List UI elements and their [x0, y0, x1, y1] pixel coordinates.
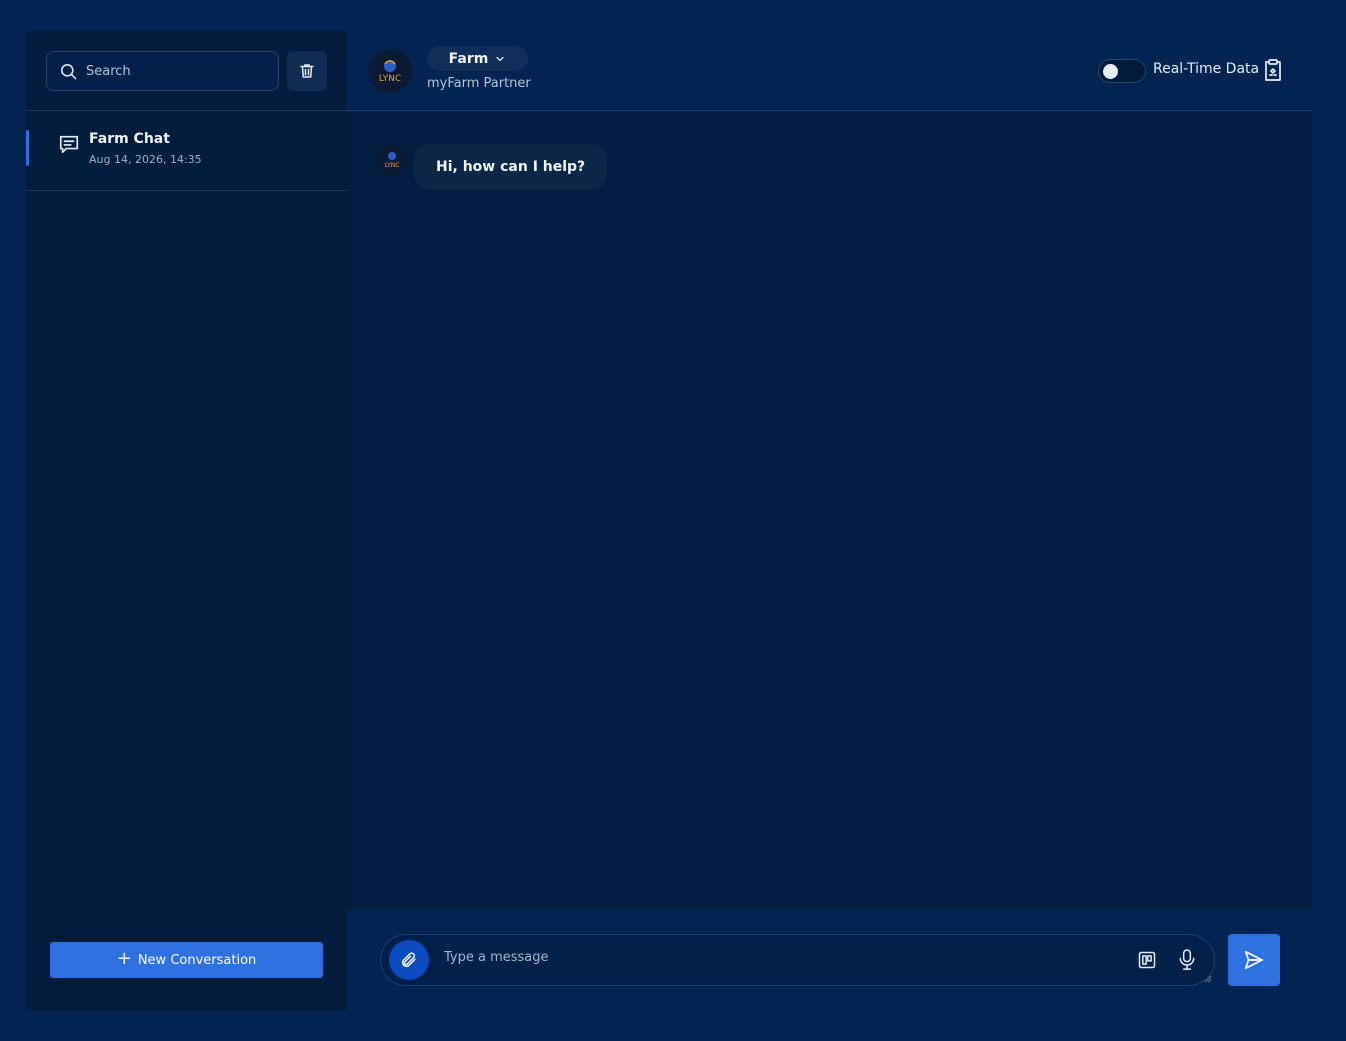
main-panel: LYNC Farm myFarm Partner Real-Time Data … — [347, 31, 1312, 1010]
search-box[interactable] — [46, 51, 279, 91]
plus-icon: + — [116, 948, 132, 969]
message-composer — [380, 934, 1215, 986]
assistant-avatar: LYNC — [377, 145, 407, 175]
search-input[interactable] — [86, 63, 266, 79]
trash-icon — [300, 64, 314, 78]
clipboard-icon[interactable] — [1261, 58, 1285, 82]
realtime-toggle[interactable] — [1098, 59, 1146, 83]
board-icon[interactable] — [1137, 950, 1157, 970]
assistant-message: Hi, how can I help? — [414, 144, 608, 190]
conversation-timestamp: Aug 14, 2026, 14:35 — [89, 153, 202, 166]
chat-header: LYNC Farm myFarm Partner Real-Time Data — [347, 31, 1312, 111]
active-indicator — [26, 130, 29, 166]
message-input[interactable] — [444, 950, 1104, 965]
sidebar: Farm Chat Aug 14, 2026, 14:35 + New Conv… — [26, 31, 347, 1010]
farm-selector-label: Farm — [448, 50, 489, 67]
chevron-down-icon — [496, 56, 504, 61]
send-button[interactable] — [1228, 934, 1280, 986]
lync-logo-icon: LYNC — [379, 60, 401, 84]
search-icon — [60, 63, 77, 79]
conversation-title: Farm Chat — [89, 131, 170, 147]
new-conversation-label: New Conversation — [137, 952, 257, 968]
paperclip-icon — [401, 952, 416, 968]
delete-conversations-button[interactable] — [287, 51, 327, 91]
resize-grip-icon[interactable] — [1204, 975, 1212, 983]
toggle-knob — [1103, 64, 1118, 79]
app-window: Farm Chat Aug 14, 2026, 14:35 + New Conv… — [26, 31, 1312, 1010]
attach-button[interactable] — [389, 940, 429, 980]
lync-small-logo-icon: LYNC — [385, 152, 400, 169]
lync-logo: LYNC — [368, 49, 412, 93]
new-conversation-button[interactable]: + New Conversation — [50, 942, 323, 978]
logo-text: LYNC — [379, 74, 401, 84]
small-logo-text: LYNC — [385, 162, 400, 169]
farm-selector[interactable]: Farm — [427, 46, 528, 71]
header-subtitle: myFarm Partner — [427, 76, 531, 91]
chat-messages: LYNC Hi, how can I help? — [347, 112, 1312, 910]
search-row — [46, 51, 327, 91]
send-icon — [1244, 950, 1264, 970]
realtime-label: Real-Time Data — [1153, 61, 1260, 77]
microphone-icon[interactable] — [1177, 948, 1197, 972]
chat-bubble-icon — [59, 135, 79, 154]
conversation-item[interactable]: Farm Chat Aug 14, 2026, 14:35 — [26, 111, 347, 191]
